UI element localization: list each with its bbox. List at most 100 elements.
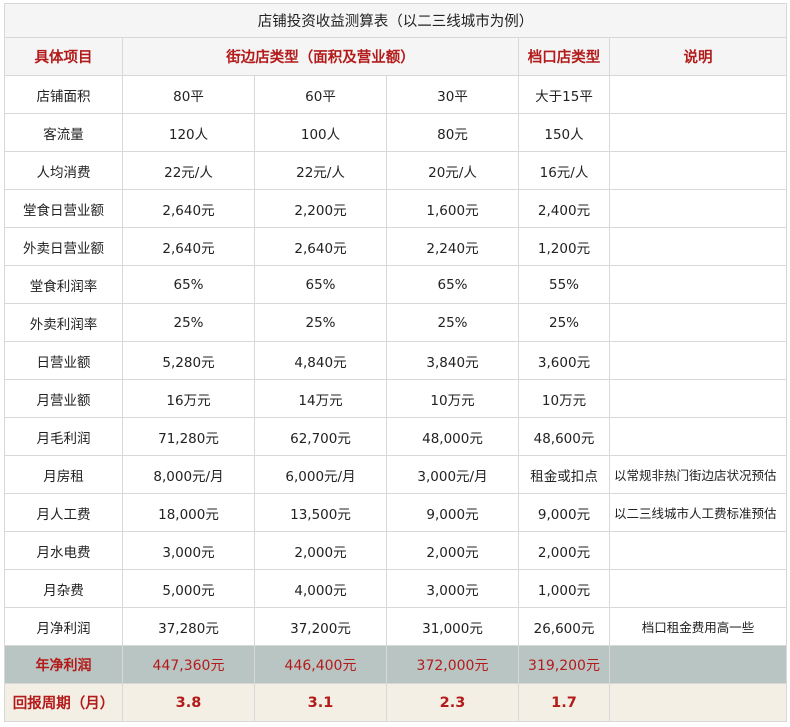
row-note [608, 341, 788, 380]
row-cell: 13,500元 [254, 493, 387, 532]
row-cell: 25% [518, 303, 610, 342]
table-row: 外卖利润率 25% 25% 25% 25% [4, 303, 788, 342]
row-cell: 1,600元 [386, 189, 519, 228]
row-cell: 14万元 [254, 379, 387, 418]
row-label: 堂食日营业额 [4, 189, 123, 228]
row-cell: 100人 [254, 113, 387, 152]
title-row: 店铺投资收益测算表（以二三线城市为例） [3, 3, 788, 38]
row-cell: 10万元 [386, 379, 519, 418]
table-row: 月毛利润 71,280元 62,700元 48,000元 48,600元 [4, 417, 788, 456]
table-row: 月水电费 3,000元 2,000元 2,000元 2,000元 [4, 531, 788, 570]
row-note: 档口租金费用高一些 [608, 607, 788, 646]
table-row: 堂食利润率 65% 65% 65% 55% [4, 265, 788, 304]
row-cell: 150人 [518, 113, 610, 152]
row-cell: 9,000元 [518, 493, 610, 532]
row-label: 客流量 [4, 113, 123, 152]
row-note [608, 379, 788, 418]
row-label: 月房租 [4, 455, 123, 494]
row-cell: 31,000元 [386, 607, 519, 646]
annual-profit-row: 年净利润 447,360元 446,400元 372,000元 319,200元 [4, 645, 788, 684]
row-label: 月营业额 [4, 379, 123, 418]
row-cell: 3.1 [254, 683, 387, 722]
row-cell: 5,280元 [122, 341, 255, 380]
row-cell: 8,000元/月 [122, 455, 255, 494]
row-label: 年净利润 [4, 645, 123, 684]
row-cell: 446,400元 [254, 645, 387, 684]
row-cell: 22元/人 [122, 151, 255, 190]
table-row: 外卖日营业额 2,640元 2,640元 2,240元 1,200元 [4, 227, 788, 266]
payback-row: 回报周期（月） 3.8 3.1 2.3 1.7 [4, 683, 788, 722]
row-cell: 3.8 [122, 683, 255, 722]
row-label: 外卖日营业额 [4, 227, 123, 266]
table-row: 月净利润 37,280元 37,200元 31,000元 26,600元 档口租金费用高一… [4, 607, 788, 646]
row-cell: 租金或扣点 [518, 455, 610, 494]
row-label: 月水电费 [4, 531, 123, 570]
header-stall-type: 档口店类型 [518, 37, 610, 76]
row-cell: 37,200元 [254, 607, 387, 646]
row-note [608, 569, 788, 608]
row-cell: 9,000元 [386, 493, 519, 532]
row-cell: 319,200元 [518, 645, 610, 684]
row-cell: 447,360元 [122, 645, 255, 684]
investment-table: 店铺投资收益测算表（以二三线城市为例） 具体项目 街边店类型（面积及营业额） 档… [3, 3, 788, 722]
row-label: 月毛利润 [4, 417, 123, 456]
row-cell: 3,840元 [386, 341, 519, 380]
row-cell: 5,000元 [122, 569, 255, 608]
row-cell: 65% [122, 265, 255, 304]
row-label: 日营业额 [4, 341, 123, 380]
row-cell: 1,200元 [518, 227, 610, 266]
row-cell: 25% [386, 303, 519, 342]
row-cell: 3,000元 [386, 569, 519, 608]
row-cell: 80元 [386, 113, 519, 152]
row-cell: 62,700元 [254, 417, 387, 456]
row-cell: 18,000元 [122, 493, 255, 532]
row-cell: 16元/人 [518, 151, 610, 190]
row-cell: 1.7 [518, 683, 610, 722]
row-cell: 2,000元 [386, 531, 519, 570]
row-cell: 2,200元 [254, 189, 387, 228]
row-cell: 55% [518, 265, 610, 304]
table-row: 堂食日营业额 2,640元 2,200元 1,600元 2,400元 [4, 189, 788, 228]
row-cell: 20元/人 [386, 151, 519, 190]
row-note [608, 75, 788, 114]
row-cell: 71,280元 [122, 417, 255, 456]
table-title: 店铺投资收益测算表（以二三线城市为例） [3, 3, 788, 38]
table-row: 日营业额 5,280元 4,840元 3,840元 3,600元 [4, 341, 788, 380]
row-cell: 26,600元 [518, 607, 610, 646]
row-note [608, 189, 788, 228]
row-note: 以常规非热门街边店状况预估 [608, 455, 788, 494]
header-notes: 说明 [608, 37, 788, 76]
row-note: 以二三线城市人工费标准预估 [608, 493, 788, 532]
row-note [608, 417, 788, 456]
row-note [608, 151, 788, 190]
row-cell: 65% [254, 265, 387, 304]
table-row: 店铺面积 80平 60平 30平 大于15平 [4, 75, 788, 114]
header-street-type: 街边店类型（面积及营业额） [122, 37, 519, 76]
table-row: 月房租 8,000元/月 6,000元/月 3,000元/月 租金或扣点 以常规非热门街边… [4, 455, 788, 494]
row-cell: 6,000元/月 [254, 455, 387, 494]
row-cell: 65% [386, 265, 519, 304]
row-label: 回报周期（月） [4, 683, 123, 722]
row-cell: 3,000元/月 [386, 455, 519, 494]
row-cell: 48,000元 [386, 417, 519, 456]
row-note [608, 303, 788, 342]
row-note [608, 683, 788, 722]
row-cell: 2,240元 [386, 227, 519, 266]
row-cell: 80平 [122, 75, 255, 114]
row-note [608, 265, 788, 304]
row-cell: 2,400元 [518, 189, 610, 228]
row-cell: 37,280元 [122, 607, 255, 646]
table-row: 人均消费 22元/人 22元/人 20元/人 16元/人 [4, 151, 788, 190]
row-note [608, 113, 788, 152]
row-note [608, 227, 788, 266]
row-cell: 大于15平 [518, 75, 610, 114]
row-cell: 120人 [122, 113, 255, 152]
row-note [608, 531, 788, 570]
table-row: 月杂费 5,000元 4,000元 3,000元 1,000元 [4, 569, 788, 608]
row-cell: 2.3 [386, 683, 519, 722]
row-cell: 2,640元 [122, 189, 255, 228]
row-cell: 60平 [254, 75, 387, 114]
row-cell: 48,600元 [518, 417, 610, 456]
header-item: 具体项目 [4, 37, 123, 76]
row-label: 月杂费 [4, 569, 123, 608]
